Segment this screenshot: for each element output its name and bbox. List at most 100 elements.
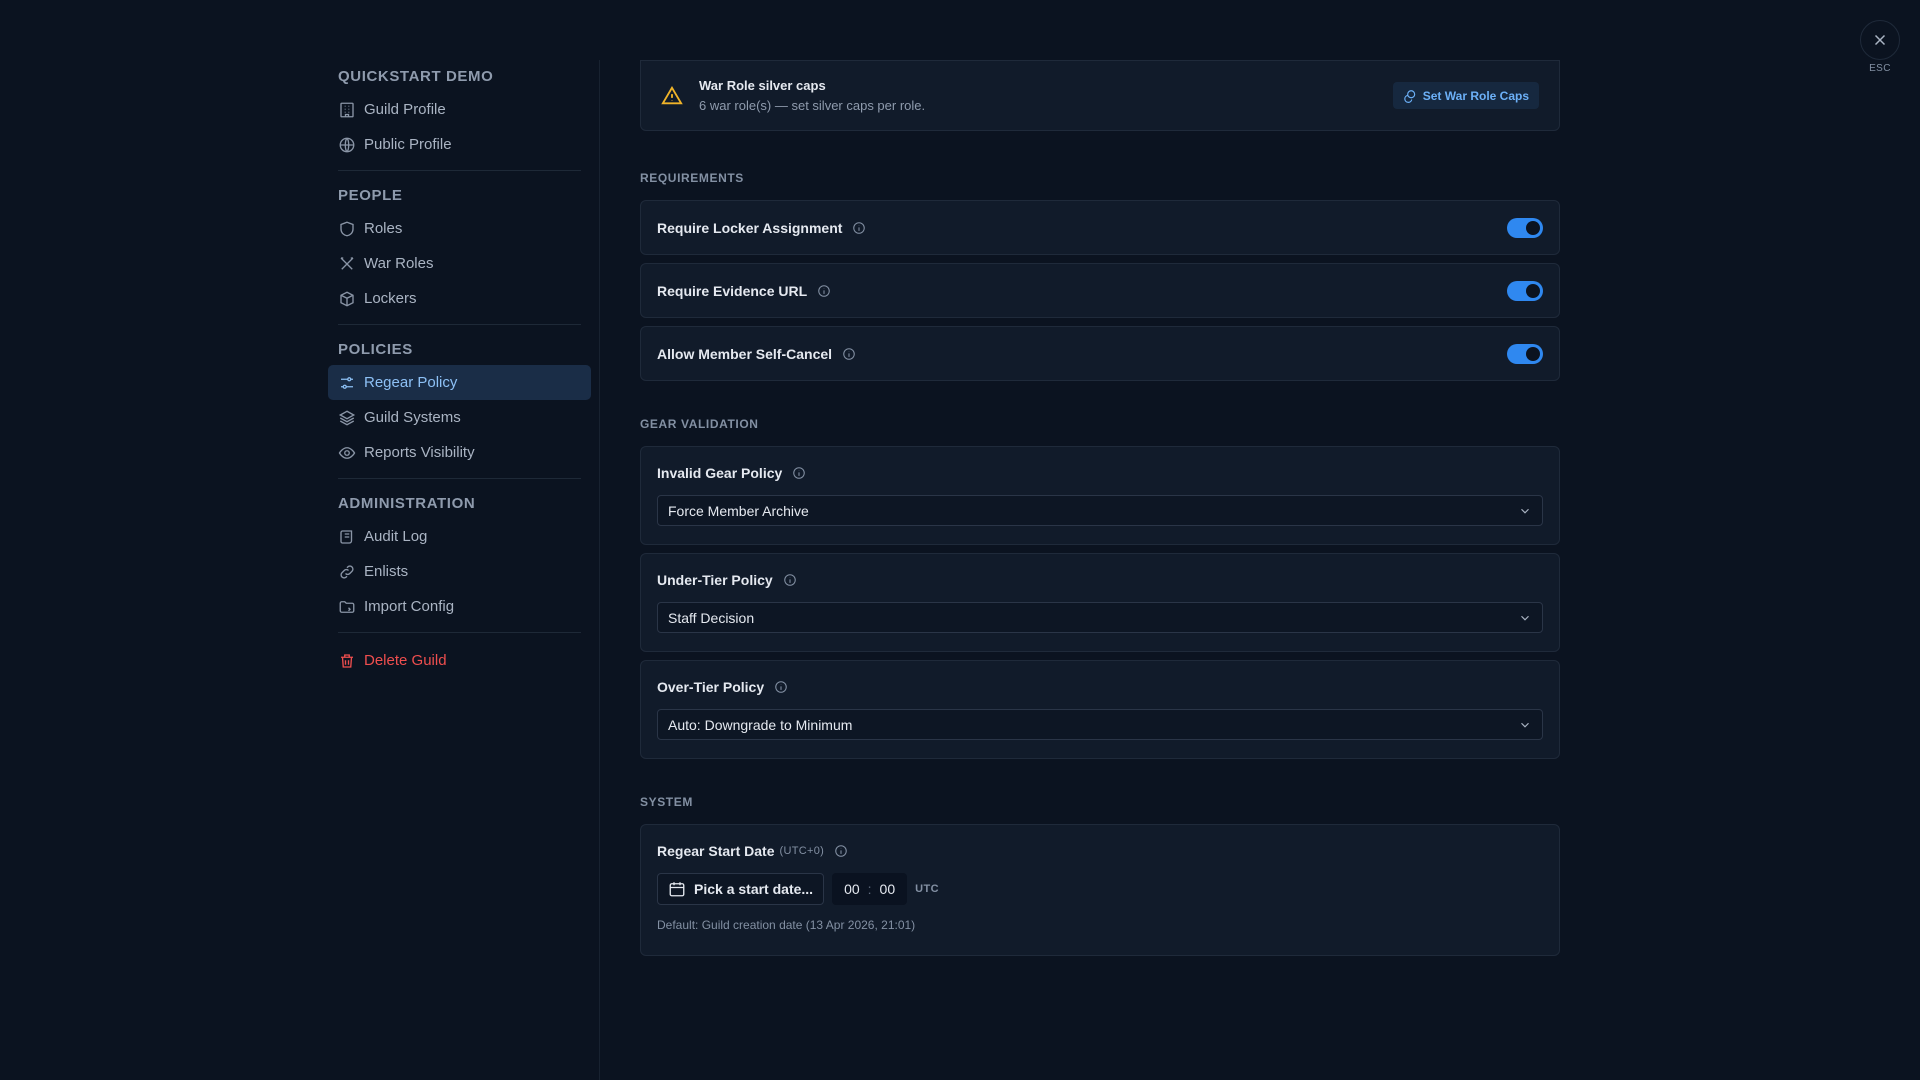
toggle-label: Require Locker Assignment	[657, 219, 843, 236]
sidebar-item-guild-profile[interactable]: Guild Profile	[328, 92, 591, 127]
over-tier-policy-select[interactable]: Auto: Downgrade to Minimum	[657, 709, 1543, 740]
nav-divider	[338, 324, 581, 325]
box-icon	[340, 290, 354, 307]
link-icon	[340, 564, 354, 579]
sidebar-item-label: Enlists	[364, 563, 409, 580]
sidebar-item-label: Regear Policy	[364, 374, 458, 391]
require-evidence-url-row: Require Evidence URL	[640, 263, 1560, 318]
sidebar-item-guild-systems[interactable]: Guild Systems	[328, 400, 591, 435]
minutes-input[interactable]: 00	[880, 881, 896, 897]
requirements-section-label: REQUIREMENTS	[640, 171, 744, 185]
under-tier-policy-select[interactable]: Staff Decision	[657, 602, 1543, 633]
sidebar-divider	[599, 60, 600, 1080]
sidebar-item-import-config[interactable]: Import Config	[328, 589, 591, 624]
info-icon[interactable]	[842, 347, 856, 361]
close-icon	[1874, 34, 1886, 46]
chevron-down-icon	[1521, 615, 1529, 621]
info-icon[interactable]	[834, 844, 848, 858]
banner-subtitle: 6 war role(s) — set silver caps per role…	[699, 98, 926, 113]
select-label: Over-Tier Policy	[657, 679, 765, 695]
esc-hint: ESC	[1869, 63, 1891, 74]
sidebar-item-enlists[interactable]: Enlists	[328, 554, 591, 589]
gear-validation-section-label: GEAR VALIDATION	[640, 417, 759, 431]
calendar-icon	[669, 882, 685, 897]
close-button[interactable]	[1860, 20, 1900, 60]
time-input: 00 : 00	[832, 873, 908, 905]
coins-icon	[1403, 89, 1415, 103]
nav-section-policies: POLICIES Regear Policy Guild Systems Rep…	[328, 335, 591, 470]
info-icon[interactable]	[792, 466, 806, 480]
select-value: Auto: Downgrade to Minimum	[668, 716, 853, 733]
layers-icon	[338, 409, 356, 426]
info-icon[interactable]	[852, 221, 866, 235]
require-locker-assignment-row: Require Locker Assignment	[640, 200, 1560, 255]
sidebar-item-lockers[interactable]: Lockers	[328, 281, 591, 316]
require-locker-assignment-toggle[interactable]	[1507, 217, 1543, 238]
sidebar-item-reports-visibility[interactable]: Reports Visibility	[328, 435, 591, 470]
sidebar-item-label: Lockers	[364, 290, 417, 307]
delete-guild-button[interactable]: Delete Guild	[328, 643, 591, 678]
sidebar-item-roles[interactable]: Roles	[328, 211, 591, 246]
set-war-role-caps-label: Set War Role Caps	[1422, 88, 1529, 103]
building-icon	[340, 102, 354, 117]
war-role-caps-banner: War Role silver caps 6 war role(s) — set…	[640, 60, 1560, 131]
pick-start-date-button[interactable]: Pick a start date...	[657, 873, 825, 905]
sidebar-item-audit-log[interactable]: Audit Log	[328, 519, 591, 554]
banner-title: War Role silver caps	[699, 78, 826, 93]
sliders-icon	[341, 376, 353, 389]
toggle-label: Allow Member Self-Cancel	[657, 345, 833, 362]
chevron-down-icon	[1521, 508, 1529, 514]
nav-section-administration: ADMINISTRATION Audit Log Enlists Import …	[328, 489, 591, 624]
info-icon[interactable]	[774, 680, 788, 694]
sidebar-item-label: Roles	[364, 220, 403, 237]
sidebar-item-regear-policy[interactable]: Regear Policy	[328, 365, 591, 400]
info-icon[interactable]	[817, 284, 831, 298]
sidebar-item-label: Guild Systems	[364, 409, 461, 426]
nav-divider	[338, 170, 581, 171]
nav-divider	[338, 478, 581, 479]
pick-start-date-label: Pick a start date...	[694, 881, 814, 897]
scroll-icon	[340, 529, 353, 544]
system-section-label: SYSTEM	[640, 795, 693, 809]
under-tier-policy-card: Under-Tier Policy Staff Decision	[640, 553, 1560, 652]
set-war-role-caps-button[interactable]: Set War Role Caps	[1392, 82, 1539, 109]
timezone-label: (UTC+0)	[779, 845, 825, 857]
delete-guild-label: Delete Guild	[364, 652, 447, 669]
info-icon[interactable]	[783, 573, 797, 587]
sidebar-item-label: Guild Profile	[364, 101, 446, 118]
nav-section-title: QUICKSTART DEMO	[338, 68, 494, 85]
folder-icon	[339, 600, 355, 613]
sidebar-item-label: Public Profile	[364, 136, 452, 153]
sidebar-item-label: Import Config	[364, 598, 455, 615]
nav-section-title: PEOPLE	[338, 187, 403, 204]
select-value: Force Member Archive	[668, 502, 809, 519]
warning-icon	[661, 85, 683, 104]
require-evidence-url-toggle[interactable]	[1507, 280, 1543, 301]
toggle-knob	[1526, 283, 1540, 298]
regear-policy-panel: War Role silver caps 6 war role(s) — set…	[640, 60, 1560, 956]
nav-divider	[338, 632, 581, 633]
toggle-knob	[1526, 346, 1540, 361]
toggle-knob	[1526, 220, 1540, 235]
time-separator: :	[867, 881, 872, 897]
invalid-gear-policy-select[interactable]: Force Member Archive	[657, 495, 1543, 526]
sidebar-item-label: Audit Log	[364, 528, 428, 545]
select-label: Under-Tier Policy	[657, 572, 773, 588]
select-value: Staff Decision	[668, 609, 755, 626]
allow-member-self-cancel-toggle[interactable]	[1507, 343, 1543, 364]
invalid-gear-policy-card: Invalid Gear Policy Force Member Archive	[640, 446, 1560, 545]
banner-text: War Role silver caps 6 war role(s) — set…	[699, 78, 1393, 113]
nav-section-title: ADMINISTRATION	[338, 495, 476, 512]
settings-sidebar: QUICKSTART DEMO Guild Profile Public Pro…	[328, 62, 591, 678]
toggle-label: Require Evidence URL	[657, 282, 808, 299]
sidebar-item-war-roles[interactable]: War Roles	[328, 246, 591, 281]
start-date-hint: Default: Guild creation date (13 Apr 202…	[657, 918, 916, 932]
shield-icon	[340, 221, 354, 236]
crossed-swords-icon	[340, 256, 354, 270]
hours-input[interactable]: 00	[844, 881, 860, 897]
sidebar-item-public-profile[interactable]: Public Profile	[328, 127, 591, 162]
chevron-down-icon	[1521, 722, 1529, 728]
allow-member-self-cancel-row: Allow Member Self-Cancel	[640, 326, 1560, 381]
sidebar-item-label: War Roles	[364, 255, 434, 272]
nav-section-quickstart: QUICKSTART DEMO Guild Profile Public Pro…	[328, 62, 591, 162]
